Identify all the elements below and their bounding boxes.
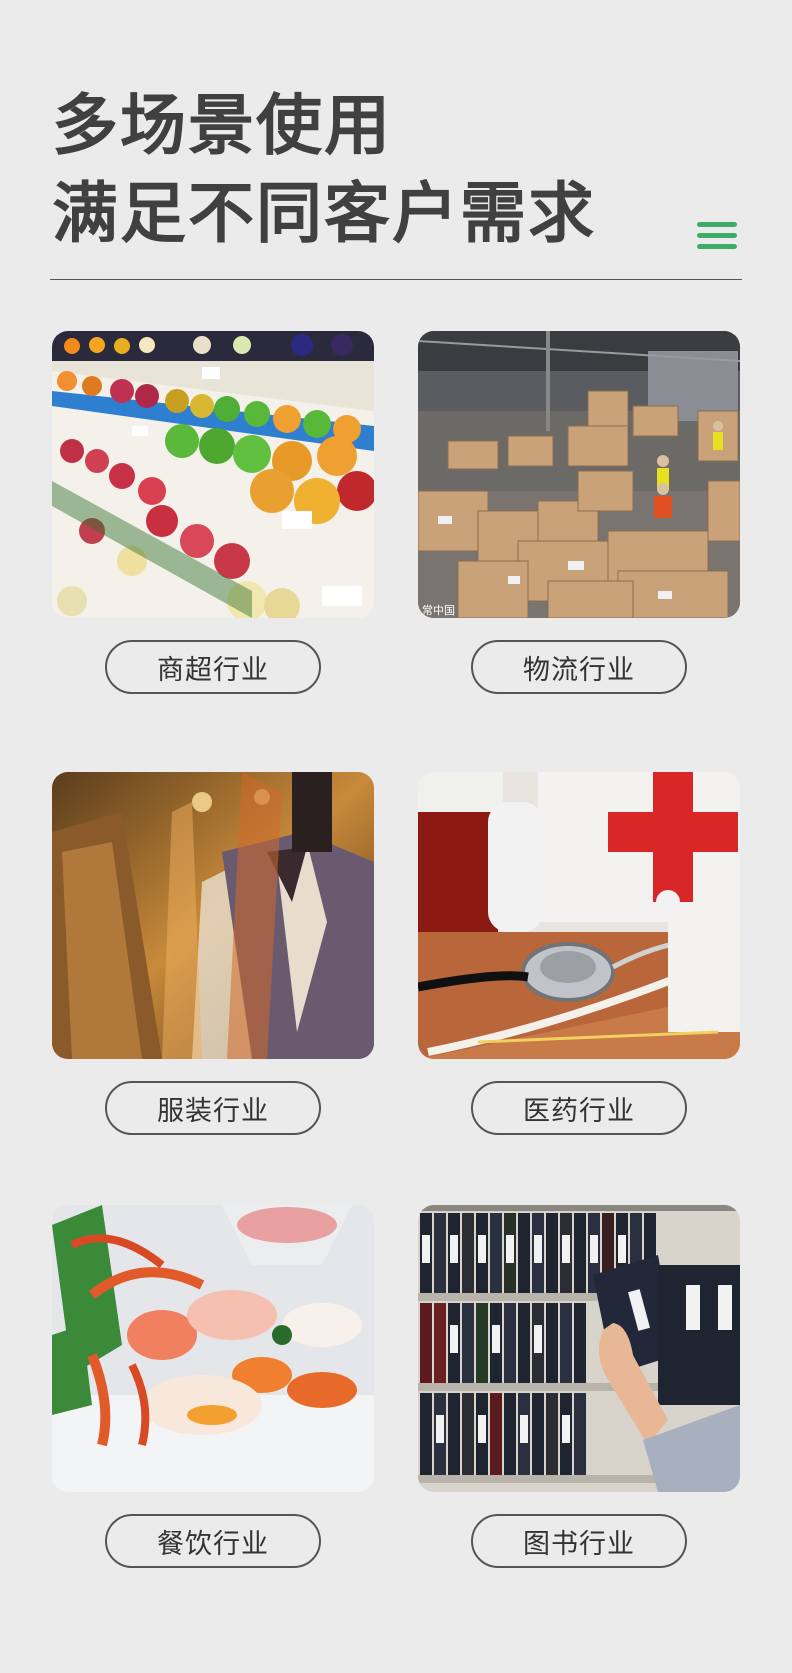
industry-card-clothing[interactable]: 服装行业: [52, 772, 374, 1135]
industry-button-medicine[interactable]: 医药行业: [471, 1081, 687, 1135]
logistics-image: 常中国: [418, 331, 740, 618]
catering-image: [52, 1205, 374, 1492]
industry-card-books[interactable]: 图书行业: [418, 1205, 740, 1568]
industry-card-supermarket[interactable]: 商超行业: [52, 331, 374, 694]
medicine-image: [418, 772, 740, 1059]
industry-button-catering[interactable]: 餐饮行业: [105, 1514, 321, 1568]
title-line-2: 满足不同客户需求: [52, 175, 596, 252]
industry-button-clothing[interactable]: 服装行业: [105, 1081, 321, 1135]
industry-card-medicine[interactable]: 医药行业: [418, 772, 740, 1135]
industry-button-books[interactable]: 图书行业: [471, 1514, 687, 1568]
title-line-1: 多场景使用: [52, 87, 392, 164]
page-title: 多场景使用 满足不同客户需求: [52, 82, 596, 258]
industry-button-supermarket[interactable]: 商超行业: [105, 640, 321, 694]
industry-card-catering[interactable]: 餐饮行业: [52, 1205, 374, 1568]
industry-button-logistics[interactable]: 物流行业: [471, 640, 687, 694]
clothing-image: [52, 772, 374, 1059]
watermark-text: 常中国: [422, 604, 455, 617]
industry-card-logistics[interactable]: 常中国 物流行业: [418, 331, 740, 694]
supermarket-image: [52, 331, 374, 618]
menu-icon[interactable]: [697, 222, 737, 250]
header-divider: [50, 279, 742, 280]
books-image: [418, 1205, 740, 1492]
